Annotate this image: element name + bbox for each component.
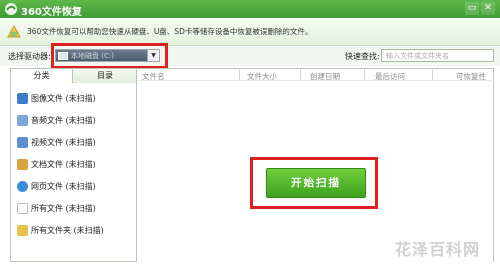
start-scan-button[interactable]: 开始扫描 — [266, 168, 366, 198]
minimize-button[interactable]: ▭ — [465, 2, 479, 15]
search-input[interactable] — [381, 49, 494, 62]
file-icon — [17, 203, 28, 214]
sidebar-item-label: 文档文件 (未扫描) — [31, 160, 96, 169]
sidebar-item-label: 音频文件 (未扫描) — [31, 116, 96, 125]
folder-icon — [17, 225, 28, 236]
tip-icon — [7, 24, 21, 38]
app-logo-icon — [5, 3, 17, 15]
sidebar-item-all-files[interactable]: 所有文件 (未扫描) — [17, 202, 135, 216]
column-divider — [364, 69, 365, 80]
column-divider — [239, 69, 240, 80]
header-divider — [137, 80, 494, 81]
drive-label: 选择驱动器: — [8, 52, 51, 61]
sidebar-item-label: 图像文件 (未扫描) — [31, 94, 96, 103]
tab-directory[interactable]: 目录 — [74, 69, 136, 83]
video-icon — [17, 137, 28, 148]
info-banner: 360文件恢复可以帮助您快速从硬盘、U盘、SD卡等储存设备中恢复被误删除的文件。 — [0, 18, 500, 46]
sidebar-item-documents[interactable]: 文档文件 (未扫描) — [17, 158, 135, 172]
window-title: 360文件恢复 — [21, 7, 82, 18]
sidebar-item-label: 视频文件 (未扫描) — [31, 138, 96, 147]
sidebar-item-all-folders[interactable]: 所有文件夹 (未扫描) — [17, 224, 135, 238]
tab-category[interactable]: 分类 — [11, 69, 73, 83]
search-label: 快速查找: — [345, 52, 380, 61]
sidebar-tabs: 分类 目录 — [11, 69, 136, 83]
banner-message: 360文件恢复可以帮助您快速从硬盘、U盘、SD卡等储存设备中恢复被误删除的文件。 — [27, 27, 313, 36]
sidebar-item-audio[interactable]: 音频文件 (未扫描) — [17, 114, 135, 128]
sidebar-item-label: 网页文件 (未扫描) — [31, 182, 96, 191]
sidebar-item-video[interactable]: 视频文件 (未扫描) — [17, 136, 135, 150]
document-icon — [17, 159, 28, 170]
title-bar: 360文件恢复 ▭ ✕ — [0, 0, 500, 18]
sidebar-item-images[interactable]: 图像文件 (未扫描) — [17, 92, 135, 106]
highlight-frame-drive — [51, 43, 168, 69]
audio-icon — [17, 115, 28, 126]
sidebar-item-web[interactable]: 网页文件 (未扫描) — [17, 180, 135, 194]
category-sidebar: 分类 目录 图像文件 (未扫描) 音频文件 (未扫描) 视频文件 (未扫描) 文… — [10, 68, 137, 262]
sidebar-item-label: 所有文件 (未扫描) — [31, 204, 96, 213]
web-icon — [17, 181, 28, 192]
close-button[interactable]: ✕ — [481, 2, 495, 15]
column-divider — [432, 69, 433, 80]
sidebar-item-label: 所有文件夹 (未扫描) — [31, 226, 104, 235]
image-icon — [17, 93, 28, 104]
watermark: 花泽百科网 — [395, 240, 481, 259]
column-divider — [300, 69, 301, 80]
